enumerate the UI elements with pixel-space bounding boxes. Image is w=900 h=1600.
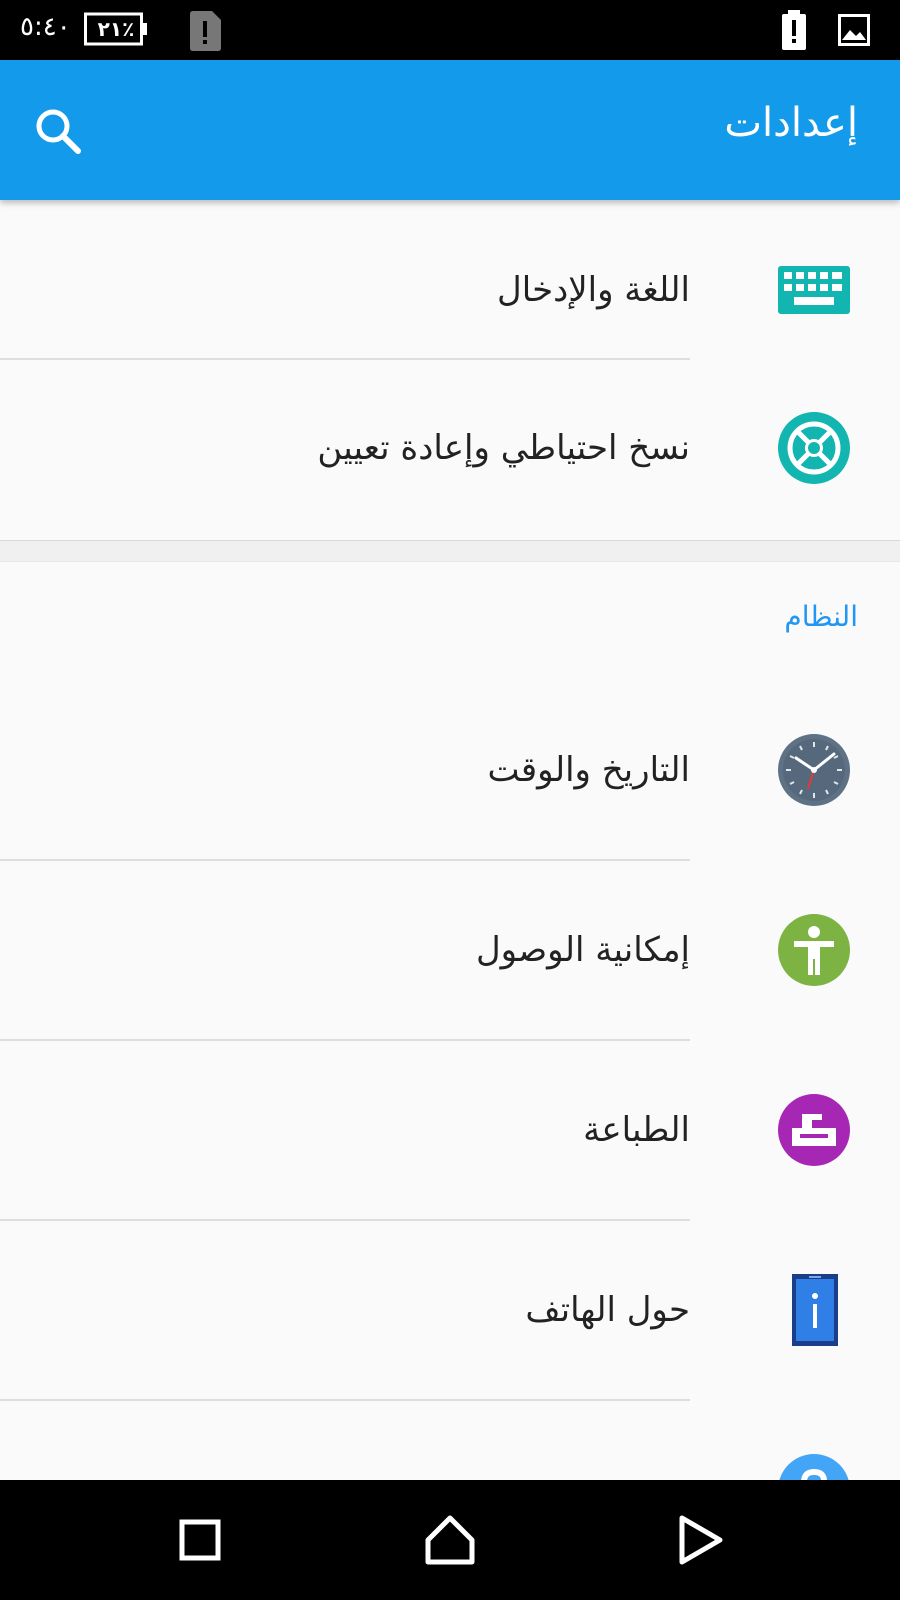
image-notification-icon xyxy=(838,14,870,46)
settings-item-label: نسخ احتياطي وإعادة تعيين xyxy=(317,428,690,468)
recents-button[interactable] xyxy=(170,1510,230,1570)
battery-icon: ٢١٪ xyxy=(84,12,148,46)
settings-item-label: إمكانية الوصول xyxy=(475,930,690,970)
settings-item-label: حول الهاتف xyxy=(525,1290,690,1330)
search-icon[interactable] xyxy=(32,105,84,157)
battery-level: ٢١٪ xyxy=(97,17,135,41)
settings-item-date-time[interactable]: التاريخ والوقت xyxy=(0,680,900,860)
settings-item-about-phone[interactable]: حول الهاتف xyxy=(0,1220,900,1400)
clock-icon xyxy=(778,734,850,806)
backup-icon xyxy=(778,412,850,484)
accessibility-icon xyxy=(778,914,850,986)
settings-item-printing[interactable]: الطباعة xyxy=(0,1040,900,1220)
app-bar: إعدادات xyxy=(0,60,900,200)
status-time: ٥:٤٠ xyxy=(20,12,71,42)
settings-item-label: التاريخ والوقت xyxy=(487,750,691,790)
settings-item-language-input[interactable]: اللغة والإدخال xyxy=(0,200,900,380)
keyboard-icon xyxy=(778,254,850,326)
section-title-system: النظام xyxy=(784,600,858,633)
alert-icon xyxy=(780,10,808,50)
navigation-bar xyxy=(0,1480,900,1600)
settings-item-label: الطباعة xyxy=(583,1110,690,1150)
settings-item-backup-reset[interactable]: نسخ احتياطي وإعادة تعيين xyxy=(0,358,900,538)
print-icon xyxy=(778,1094,850,1166)
phone-info-icon xyxy=(778,1274,850,1346)
section-divider xyxy=(0,540,900,562)
settings-item-label: اللغة والإدخال xyxy=(497,270,690,310)
page-title: إعدادات xyxy=(724,100,858,146)
settings-item-accessibility[interactable]: إمكانية الوصول xyxy=(0,860,900,1040)
status-bar: ٥:٤٠ ٢١٪ xyxy=(0,0,900,60)
sim-alert-icon xyxy=(188,10,222,52)
back-button[interactable] xyxy=(670,1510,730,1570)
home-button[interactable] xyxy=(420,1510,480,1570)
